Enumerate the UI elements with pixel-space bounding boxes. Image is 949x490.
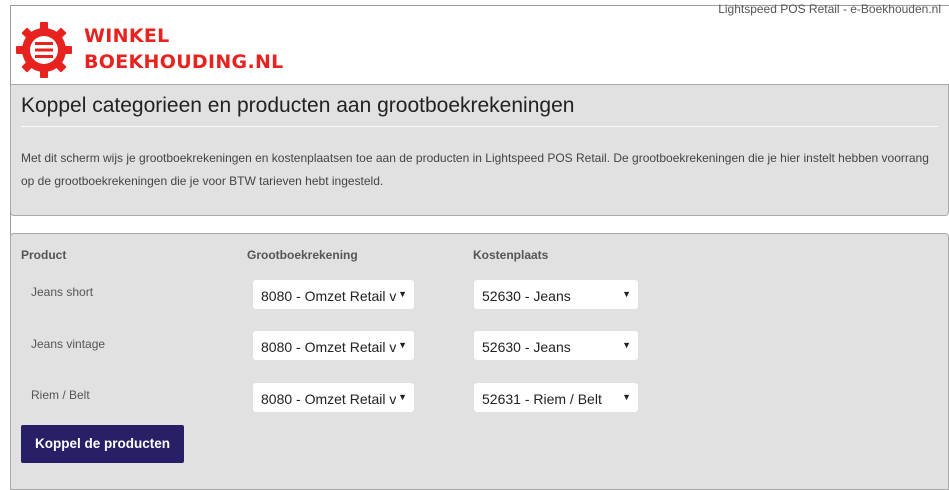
grootboekrekening-select[interactable]: 8080 - Omzet Retail v ▼ [253,331,414,360]
caret-down-icon: ▼ [620,340,631,350]
select-value: 52630 - Jeans [482,288,571,304]
intro-panel: Koppel categorieen en producten aan groo… [10,84,949,216]
koppel-producten-button[interactable]: Koppel de producten [21,425,184,463]
select-value: 8080 - Omzet Retail v [261,288,397,304]
logo-text-winkel: WINKEL [84,25,170,47]
caret-down-icon: ▼ [396,289,407,299]
gear-list-icon [16,22,72,78]
select-value: 8080 - Omzet Retail v [261,339,397,355]
caret-down-icon: ▼ [620,392,631,402]
column-header-product: Product [21,248,67,262]
app-title: Lightspeed POS Retail - e-Boekhouden.nl [718,2,941,16]
kostenplaats-select[interactable]: 52631 - Riem / Belt ▼ [474,383,638,412]
kostenplaats-select[interactable]: 52630 - Jeans ▼ [474,331,638,360]
select-value: 52630 - Jeans [482,339,571,355]
mapping-form-panel: Product Grootboekrekening Kostenplaats J… [10,233,949,490]
column-header-kostenplaats: Kostenplaats [473,248,549,262]
title-divider [21,126,938,127]
column-header-grootboekrekening: Grootboekrekening [247,248,358,262]
product-name: Jeans vintage [31,337,106,351]
logo[interactable]: WINKEL BOEKHOUDING.NL [14,20,284,80]
grootboekrekening-select[interactable]: 8080 - Omzet Retail v ▼ [253,383,414,412]
caret-down-icon: ▼ [396,340,407,350]
product-name: Jeans short [31,285,94,299]
kostenplaats-select[interactable]: 52630 - Jeans ▼ [474,280,638,309]
page-title: Koppel categorieen en producten aan groo… [21,94,575,117]
select-value: 52631 - Riem / Belt [482,391,602,407]
caret-down-icon: ▼ [396,392,407,402]
caret-down-icon: ▼ [620,289,631,299]
grootboekrekening-select[interactable]: 8080 - Omzet Retail v ▼ [253,280,414,309]
logo-text-boekhouding: BOEKHOUDING.NL [84,51,284,73]
select-value: 8080 - Omzet Retail v [261,391,397,407]
intro-text: Met dit scherm wijs je grootboekrekening… [21,151,929,188]
product-name: Riem / Belt [31,388,90,402]
